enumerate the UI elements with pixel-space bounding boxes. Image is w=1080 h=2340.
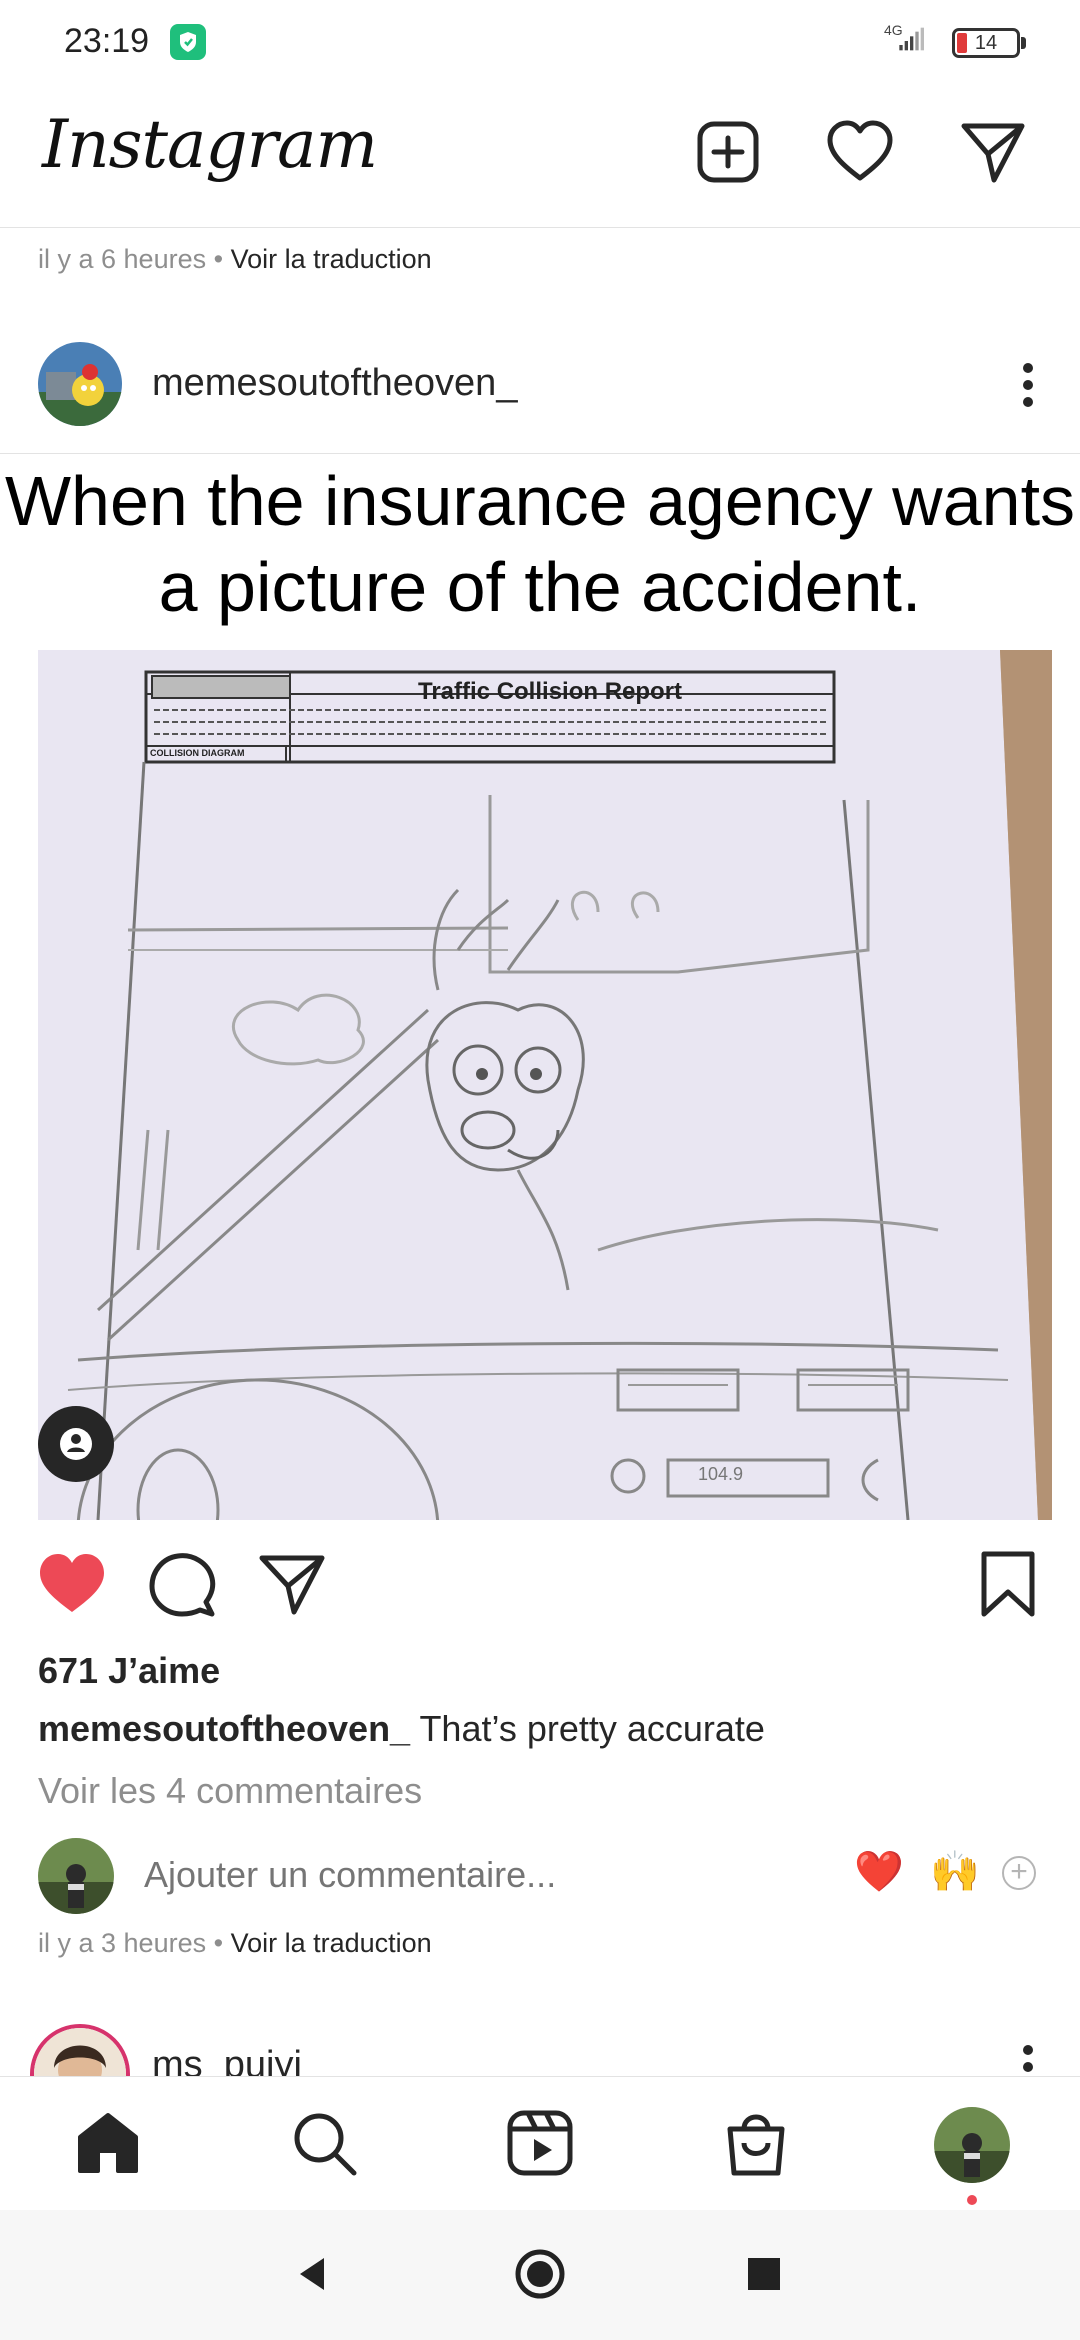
post-avatar[interactable] — [38, 342, 122, 426]
home-icon[interactable] — [72, 2107, 144, 2179]
signal-icon — [899, 27, 924, 51]
more-reactions-icon[interactable]: + — [1002, 1856, 1036, 1890]
post-caption: memesoutoftheoven_ That’s pretty accurat… — [38, 1708, 765, 1750]
likes-count[interactable]: 671 J’aime — [38, 1650, 220, 1692]
post-meta: il y a 3 heures • Voir la traduction — [38, 1928, 432, 1959]
image-doc-label: COLLISION DIAGRAM — [150, 748, 245, 758]
post-image[interactable]: Traffic Collision Report COLLISION DIAGR… — [38, 650, 1052, 1520]
image-doc-title: Traffic Collision Report — [418, 678, 683, 705]
shop-icon[interactable] — [720, 2107, 792, 2179]
profile-tab-avatar[interactable] — [934, 2107, 1010, 2183]
see-translation-link[interactable]: Voir la traduction — [231, 244, 432, 274]
comment-icon[interactable] — [146, 1548, 218, 1620]
next-post-username[interactable]: ms_puiyi — [152, 2044, 302, 2076]
profile-notification-dot — [967, 2195, 977, 2205]
add-comment-row: ❤️ 🙌 + — [0, 1830, 1080, 1920]
status-bar: 23:19 4G 14 — [0, 0, 1080, 86]
home-circle-icon[interactable] — [514, 2248, 566, 2300]
heart-icon[interactable] — [824, 116, 896, 188]
status-time: 23:19 — [64, 22, 150, 60]
next-post-header: ms_puiyi — [0, 2016, 1080, 2076]
view-comments-link[interactable]: Voir les 4 commentaires — [38, 1770, 422, 1812]
image-radio-display: 104.9 — [698, 1464, 744, 1484]
new-post-icon[interactable] — [692, 116, 764, 188]
reels-icon[interactable] — [504, 2107, 576, 2179]
add-comment-input[interactable] — [144, 1854, 794, 1896]
caption-username[interactable]: memesoutoftheoven_ — [38, 1708, 410, 1749]
meme-caption: When the insurance agency wants a pictur… — [4, 462, 1076, 626]
caption-text: That’s pretty accurate — [419, 1708, 765, 1749]
back-icon[interactable] — [292, 2254, 332, 2294]
next-more-options-icon[interactable] — [1018, 2042, 1038, 2076]
see-translation-link[interactable]: Voir la traduction — [231, 1928, 432, 1958]
system-nav-bar — [0, 2210, 1080, 2340]
my-avatar[interactable] — [38, 1838, 114, 1914]
battery-nub — [1021, 37, 1026, 49]
time-ago: il y a 3 heures — [38, 1928, 207, 1958]
more-options-icon[interactable] — [1018, 360, 1038, 410]
instagram-logo[interactable]: Instagram — [42, 106, 378, 183]
bookmark-icon[interactable] — [972, 1548, 1044, 1620]
battery-level: 14 — [974, 32, 998, 54]
next-post-avatar[interactable] — [30, 2024, 130, 2076]
direct-message-icon[interactable] — [956, 116, 1028, 188]
time-ago: il y a 6 heures — [38, 244, 207, 274]
search-icon[interactable] — [288, 2107, 360, 2179]
liked-heart-icon[interactable] — [36, 1548, 108, 1620]
post-username[interactable]: memesoutoftheoven_ — [152, 362, 517, 405]
recents-icon[interactable] — [746, 2256, 782, 2292]
separator: • — [206, 1928, 231, 1958]
shield-icon — [170, 24, 206, 60]
post-header: memesoutoftheoven_ — [0, 330, 1080, 454]
user-tags-button[interactable] — [38, 1406, 114, 1482]
quick-reaction-heart[interactable]: ❤️ — [854, 1848, 904, 1895]
bottom-nav — [0, 2076, 1080, 2210]
battery-icon: 14 — [952, 28, 1020, 58]
previous-post-meta: il y a 6 heures • Voir la traduction — [38, 244, 432, 275]
separator: • — [206, 244, 231, 274]
share-icon[interactable] — [256, 1548, 328, 1620]
app-header: Instagram — [0, 86, 1080, 228]
quick-reaction-raising-hands[interactable]: 🙌 — [930, 1848, 980, 1895]
person-icon — [60, 1428, 92, 1460]
